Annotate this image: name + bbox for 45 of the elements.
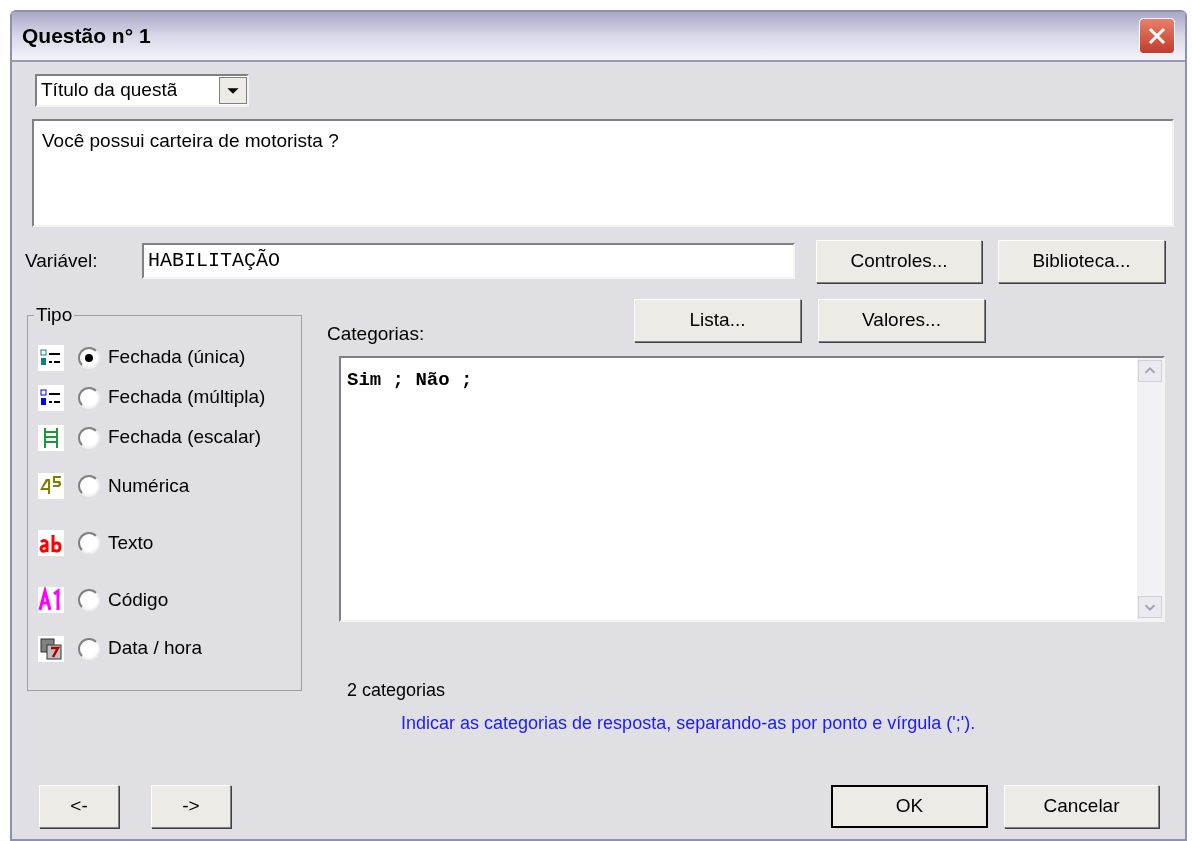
type-radio-option[interactable]: Fechada (múltipla) [78,383,266,412]
list-icon [38,384,64,411]
letters-icon [38,530,64,556]
title-dropdown[interactable]: Título da questã [35,74,249,107]
button[interactable]: <- [39,785,119,828]
hint-text: Indicar as categorias de resposta, separando-as por ponto e vírgula (';'). [401,712,977,735]
button[interactable]: Biblioteca... [998,239,1165,283]
button[interactable]: -> [151,785,231,828]
type-radio-option[interactable]: Fechada (escalar) [78,423,262,452]
radio-button[interactable] [78,346,100,369]
categories-field[interactable]: Sim ; Não ; [339,356,1165,622]
button[interactable]: OK [831,785,988,828]
alphanumeric-icon [38,587,64,613]
question-text-field[interactable]: Você possui carteira de motorista ? [32,119,1174,227]
type-radio-option[interactable]: Fechada (única) [78,343,246,372]
button[interactable]: Controles... [816,239,982,283]
window-title: Questão n° 1 [22,23,151,50]
radio-button[interactable] [78,637,100,660]
button[interactable]: Valores... [818,299,985,342]
scroll-up-icon[interactable] [1138,360,1162,382]
list-icon [38,344,64,371]
category-count: 2 categorias [347,679,447,702]
button[interactable]: Lista... [634,299,801,342]
type-radio-option[interactable]: Texto [78,528,154,558]
type-radio-option[interactable]: Numérica [78,471,190,501]
close-icon [1147,26,1167,46]
type-radio-option[interactable]: Código [78,585,169,615]
radio-button[interactable] [78,386,100,409]
close-button[interactable] [1139,18,1175,54]
ladder-icon [38,424,64,451]
exponent-icon [38,473,64,499]
calendar-icon [38,635,64,662]
radio-button[interactable] [78,532,100,554]
button[interactable]: Cancelar [1004,785,1159,828]
categories-label: Categorias: [327,321,426,346]
categories-text: Sim ; Não ; [347,369,473,391]
radio-button[interactable] [78,589,100,611]
type-radio-option[interactable]: Data / hora [78,634,202,663]
scroll-down-icon[interactable] [1138,596,1162,618]
scrollbar[interactable] [1137,358,1163,620]
variable-label: Variável: [25,248,99,273]
radio-button[interactable] [78,426,100,449]
variable-field[interactable]: HABILITAÇÃO [142,243,795,279]
radio-button[interactable] [78,475,100,497]
group-title: Tipo [35,303,74,327]
